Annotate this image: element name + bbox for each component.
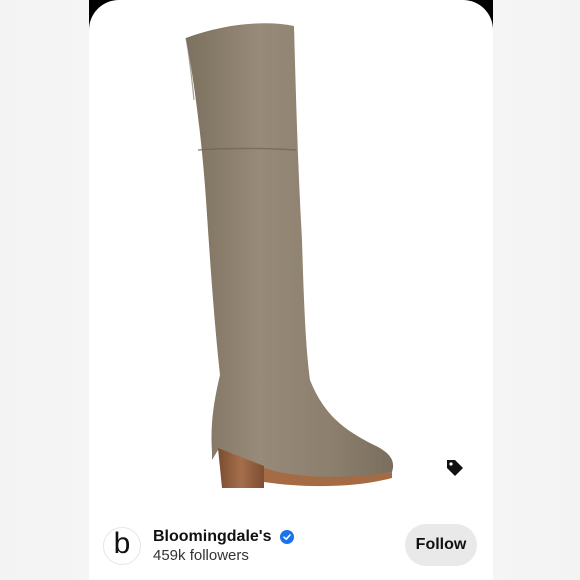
phone-frame: b Bloomingdale's 459k followers Follow	[89, 0, 493, 580]
back-button[interactable]	[109, 18, 137, 46]
pin-closeup	[89, 0, 493, 500]
avatar-letter: b	[113, 527, 131, 560]
chevron-left-icon	[117, 22, 129, 42]
boot-image[interactable]	[184, 20, 399, 490]
follower-count: 459k followers	[153, 547, 249, 564]
more-horizontal-icon	[445, 33, 467, 39]
screen: b Bloomingdale's 459k followers Follow	[0, 0, 580, 580]
more-options-button[interactable]	[441, 26, 471, 46]
avatar[interactable]: b	[103, 527, 141, 565]
profile-name-text: Bloomingdale's	[153, 528, 272, 545]
profile-bar: b Bloomingdale's 459k followers Follow	[89, 515, 493, 577]
tag-icon[interactable]	[445, 458, 465, 478]
verified-badge-icon	[279, 529, 294, 544]
profile-name[interactable]: Bloomingdale's	[153, 528, 294, 546]
follow-button[interactable]: Follow	[405, 524, 477, 566]
